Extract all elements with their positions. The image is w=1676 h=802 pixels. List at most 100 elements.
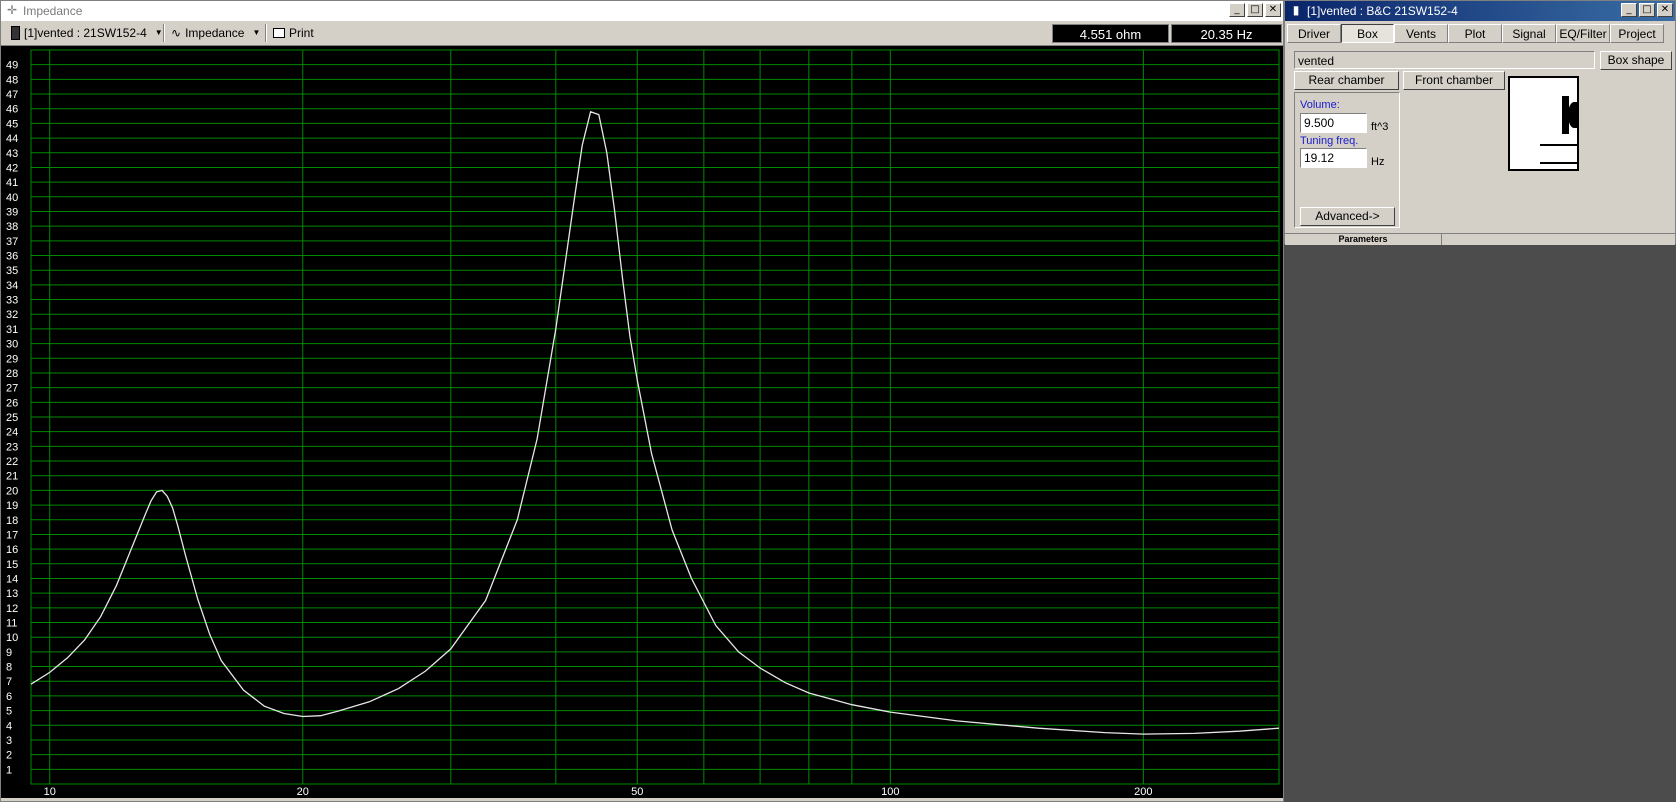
dropdown-arrow-icon: ▼: [154, 28, 163, 37]
impedance-chart[interactable]: 1234567891011121314151617181920212223242…: [1, 46, 1283, 798]
y-tick-label: 7: [6, 676, 12, 688]
y-tick-label: 11: [6, 618, 17, 630]
impedance-readout: 4.551 ohm: [1052, 24, 1169, 43]
impedance-plot-area[interactable]: 1 2 3 4 5 6 7 8 9 10 11 12 13 14 15 16 17 18 19 20 21 22 23 24 2…: [1, 46, 1283, 798]
y-tick-label: 40: [6, 192, 18, 204]
y-tick-label: 9: [6, 647, 12, 659]
y-tick-label: 29: [6, 353, 18, 365]
y-tick-label: 21: [6, 471, 18, 483]
impedance-window-controls: _ □ ✕: [1229, 3, 1281, 17]
y-tick-label: 49: [6, 60, 18, 72]
y-tick-label: 5: [6, 706, 12, 718]
y-tick-label: 37: [6, 236, 18, 248]
y-tick-label: 22: [6, 456, 18, 468]
driver-select[interactable]: [1]vented : 21SW152-4 ▼: [11, 24, 163, 42]
y-tick-label: 34: [6, 280, 18, 292]
box-diagram: [1508, 76, 1579, 171]
parameters-window-title: [1]vented : B&C 21SW152-4: [1307, 4, 1458, 18]
x-tick-label: 200: [1134, 786, 1152, 798]
y-tick-label: 27: [6, 383, 18, 395]
y-tick-label: 4: [6, 720, 12, 732]
parameters-section-label: Parameters: [1285, 234, 1442, 245]
y-tick-label: 31: [6, 324, 18, 336]
minimize-button[interactable]: _: [1621, 3, 1637, 17]
y-tick-label: 36: [6, 251, 18, 263]
close-button[interactable]: ✕: [1265, 3, 1281, 17]
print-label: Print: [289, 26, 314, 40]
box-type-field[interactable]: vented: [1294, 51, 1595, 69]
box-shape-button[interactable]: Box shape: [1600, 51, 1672, 70]
y-tick-label: 39: [6, 206, 18, 218]
minimize-button[interactable]: _: [1229, 3, 1245, 17]
driver-cone-icon: [1568, 102, 1577, 128]
print-button[interactable]: Print: [273, 24, 314, 42]
dropdown-arrow-icon: ▼: [252, 28, 261, 37]
impedance-curve: [30, 110, 1280, 735]
toolbar-separator: [265, 24, 267, 42]
close-button[interactable]: ✕: [1657, 3, 1673, 17]
y-tick-label: 10: [6, 632, 18, 644]
volume-unit: ft^3: [1371, 121, 1389, 133]
y-tick-label: 41: [6, 177, 18, 189]
x-tick-label: 20: [297, 786, 309, 798]
y-tick-label: 24: [6, 427, 18, 439]
toolbar-separator: [163, 24, 165, 42]
y-tick-label: 47: [6, 89, 18, 101]
parameter-tabs: Driver Box Vents Plot Signal EQ/Filter P…: [1285, 22, 1675, 44]
tuning-freq-input[interactable]: 19.12: [1300, 148, 1367, 168]
y-tick-label: 1: [6, 764, 12, 776]
y-tick-label: 2: [6, 750, 12, 762]
speaker-icon: ▮: [1292, 3, 1300, 17]
y-tick-label: 13: [6, 588, 18, 600]
y-tick-label: 32: [6, 309, 18, 321]
tab-box[interactable]: Box: [1341, 24, 1394, 43]
y-tick-label: 48: [6, 74, 18, 86]
y-tick-label: 33: [6, 295, 18, 307]
parameters-window: ▮ [1]vented : B&C 21SW152-4 _ □ ✕ Driver…: [1284, 0, 1676, 245]
printer-icon: [273, 28, 285, 38]
maximize-button[interactable]: □: [1639, 3, 1655, 17]
y-tick-label: 20: [6, 485, 18, 497]
y-tick-label: 18: [6, 515, 18, 527]
y-tick-label: 46: [6, 104, 18, 116]
y-tick-label: 25: [6, 412, 18, 424]
y-tick-label: 28: [6, 368, 18, 380]
vent-line-icon: [1540, 162, 1577, 164]
y-tick-label: 30: [6, 339, 18, 351]
status-section: Parameters: [1285, 233, 1675, 245]
impedance-window-title: Impedance: [23, 4, 83, 18]
tab-eq-filter[interactable]: EQ/Filter: [1556, 24, 1610, 43]
tab-signal[interactable]: Signal: [1502, 24, 1556, 43]
y-tick-label: 8: [6, 662, 12, 674]
y-tick-label: 12: [6, 603, 18, 615]
y-tick-label: 43: [6, 148, 18, 160]
vent-line-icon: [1540, 144, 1577, 146]
tab-vents[interactable]: Vents: [1394, 24, 1448, 43]
y-tick-label: 15: [6, 559, 18, 571]
tab-plot[interactable]: Plot: [1448, 24, 1502, 43]
maximize-button[interactable]: □: [1247, 3, 1263, 17]
driver-select-label: [1]vented : 21SW152-4: [24, 26, 147, 40]
rear-chamber-group: Volume: 9.500 ft^3 Tuning freq. 19.12 Hz…: [1294, 92, 1400, 228]
front-chamber-button[interactable]: Front chamber: [1403, 71, 1505, 90]
y-tick-label: 23: [6, 441, 18, 453]
mode-select[interactable]: ∿ Impedance ▼: [171, 24, 260, 42]
crosshair-icon: ✛: [6, 3, 18, 17]
y-tick-label: 19: [6, 500, 18, 512]
y-tick-label: 6: [6, 691, 12, 703]
parameters-titlebar[interactable]: ▮ [1]vented : B&C 21SW152-4 _ □ ✕: [1285, 1, 1675, 21]
rear-chamber-button[interactable]: Rear chamber: [1294, 71, 1399, 90]
mode-select-label: Impedance: [185, 26, 245, 40]
tuning-freq-unit: Hz: [1371, 156, 1385, 168]
impedance-titlebar[interactable]: ✛ Impedance _ □ ✕: [1, 1, 1283, 21]
advanced-button[interactable]: Advanced->: [1300, 207, 1395, 226]
y-tick-label: 14: [6, 573, 18, 585]
tab-project[interactable]: Project: [1610, 24, 1664, 43]
tab-driver[interactable]: Driver: [1287, 24, 1341, 43]
impedance-toolbar: [1]vented : 21SW152-4 ▼ ∿ Impedance ▼ Pr…: [1, 21, 1283, 46]
x-tick-label: 50: [631, 786, 643, 798]
y-tick-label: 17: [6, 529, 18, 541]
frequency-readout: 20.35 Hz: [1171, 24, 1282, 43]
x-tick-label: 10: [44, 786, 56, 798]
volume-input[interactable]: 9.500: [1300, 113, 1367, 133]
